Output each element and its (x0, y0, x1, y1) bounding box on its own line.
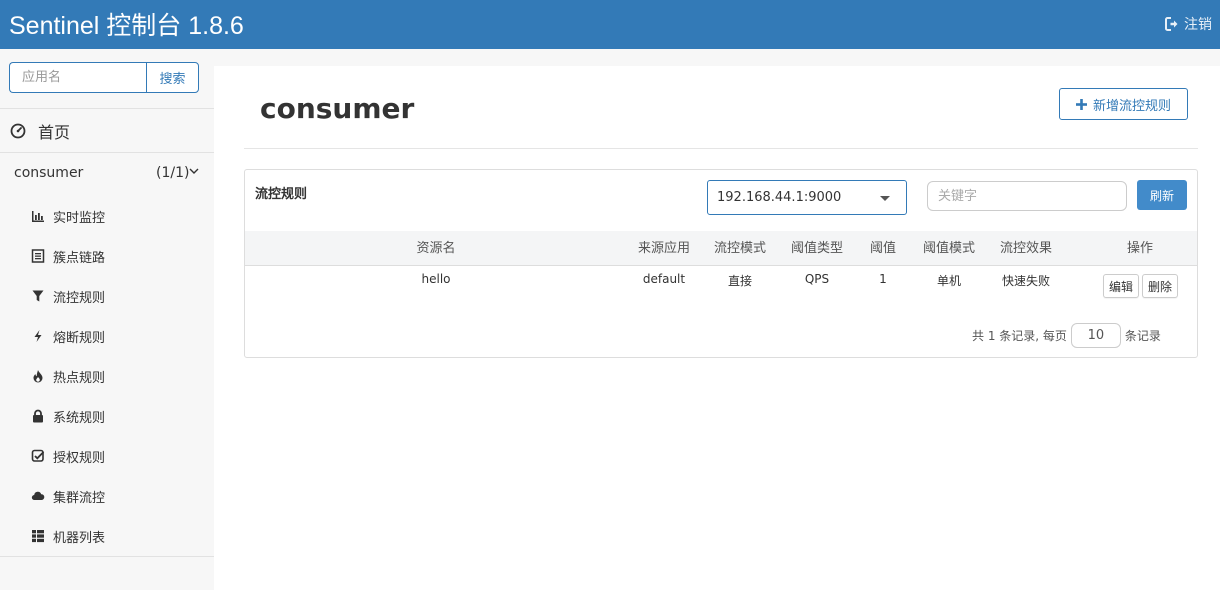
bar-chart-icon (32, 211, 44, 222)
sidebar-app-consumer[interactable]: consumer (1/1) (0, 153, 214, 193)
app-machine-count: (1/1) (156, 165, 190, 181)
main-content: consumer 新增流控规则 流控规则 192.168.44.1:9000 刷… (214, 66, 1220, 590)
page-title: consumer (260, 92, 415, 125)
column-header-cluster-mode: 阈值模式 (922, 241, 975, 256)
cell-grade: QPS (804, 272, 830, 286)
sidebar-item-label: 熔断规则 (53, 330, 106, 346)
divider (0, 556, 214, 557)
column-header-origin: 来源应用 (637, 241, 690, 256)
list-icon (31, 249, 45, 263)
add-flow-rule-label: 新增流控规则 (1092, 98, 1171, 114)
cloud-icon (31, 491, 45, 501)
sidebar-item-label: 实时监控 (53, 210, 106, 226)
add-flow-rule-button[interactable]: 新增流控规则 (1059, 88, 1188, 120)
sidebar-item-label: 授权规则 (53, 450, 106, 466)
sidebar: 搜索 首页 consumer (1/1) 实时监控 簇点链路 (0, 49, 214, 590)
sidebar-item-metric[interactable]: 实时监控 (0, 196, 214, 236)
sidebar-item-label: 热点规则 (53, 370, 106, 386)
cell-mode: 直接 (727, 274, 752, 288)
app-search-input[interactable] (9, 62, 146, 93)
dashboard-icon (10, 123, 26, 139)
edit-rule-button[interactable]: 编辑 (1103, 274, 1139, 298)
machine-select-value: 192.168.44.1:9000 (717, 190, 842, 205)
table-header: 资源名 来源应用 流控模式 阈值类型 阈值 阈值模式 流控效果 操作 (245, 231, 1197, 266)
flash-icon (34, 330, 42, 342)
cell-count: 1 (879, 272, 887, 286)
machine-select[interactable]: 192.168.44.1:9000 (707, 180, 907, 215)
top-navbar: Sentinel 控制台 1.8.6 注销 (0, 0, 1220, 49)
sidebar-item-flow[interactable]: 流控规则 (0, 276, 214, 316)
grid-icon (32, 530, 44, 543)
panel-title: 流控规则 (255, 187, 308, 202)
divider (244, 148, 1198, 149)
column-header-count: 阈值 (869, 241, 896, 256)
sidebar-item-machines[interactable]: 机器列表 (0, 516, 214, 556)
column-header-actions: 操作 (1126, 241, 1153, 256)
cell-cluster-mode: 单机 (936, 274, 961, 288)
sign-out-icon (1165, 17, 1178, 31)
caret-down-icon (880, 196, 890, 201)
chevron-down-icon (189, 168, 199, 174)
column-header-resource: 资源名 (416, 241, 456, 256)
column-header-grade: 阈值类型 (790, 241, 843, 256)
table-row: hello default 直接 QPS 1 单机 快速失败 (245, 266, 1197, 306)
column-header-mode: 流控模式 (713, 241, 766, 256)
delete-rule-button[interactable]: 删除 (1142, 274, 1178, 298)
sidebar-item-label: 首页 (38, 123, 71, 142)
logout-label: 注销 (1184, 17, 1212, 33)
sidebar-item-label: 流控规则 (53, 290, 106, 306)
fire-icon (33, 370, 43, 383)
sidebar-item-identity[interactable]: 簇点链路 (0, 236, 214, 276)
pagination: 共 1 条记录, 每页 条记录 (972, 322, 1161, 348)
sidebar-item-degrade[interactable]: 熔断规则 (0, 316, 214, 356)
filter-icon (32, 290, 44, 302)
brand-title[interactable]: Sentinel 控制台 1.8.6 (9, 6, 244, 42)
sidebar-item-label: 机器列表 (53, 530, 106, 546)
cell-resource: hello (421, 272, 451, 286)
sidebar-item-system[interactable]: 系统规则 (0, 396, 214, 436)
app-name: consumer (14, 165, 84, 181)
sidebar-item-label: 簇点链路 (53, 250, 106, 266)
column-header-effect: 流控效果 (999, 241, 1052, 256)
flow-rules-panel: 流控规则 192.168.44.1:9000 刷新 资源名 来源应用 流控模式 … (244, 169, 1198, 358)
app-search: 搜索 (9, 62, 199, 93)
pagination-suffix: 条记录 (1124, 328, 1161, 343)
refresh-button[interactable]: 刷新 (1137, 180, 1187, 210)
sidebar-item-cluster[interactable]: 集群流控 (0, 476, 214, 516)
sidebar-item-home[interactable]: 首页 (0, 109, 214, 153)
cell-origin: default (642, 272, 686, 286)
sidebar-item-label: 集群流控 (53, 490, 106, 506)
plus-icon (1075, 98, 1087, 110)
logout-link[interactable]: 注销 (1165, 14, 1212, 34)
sidebar-item-label: 系统规则 (53, 410, 106, 426)
sidebar-item-authority[interactable]: 授权规则 (0, 436, 214, 476)
lock-icon (33, 409, 43, 423)
cell-effect: 快速失败 (1001, 274, 1050, 288)
check-icon (31, 449, 45, 462)
keyword-input[interactable] (927, 181, 1127, 211)
page-size-input[interactable] (1070, 322, 1121, 348)
app-search-button[interactable]: 搜索 (146, 62, 199, 93)
pagination-prefix: 共 1 条记录, 每页 (972, 328, 1067, 343)
sidebar-item-param-flow[interactable]: 热点规则 (0, 356, 214, 396)
